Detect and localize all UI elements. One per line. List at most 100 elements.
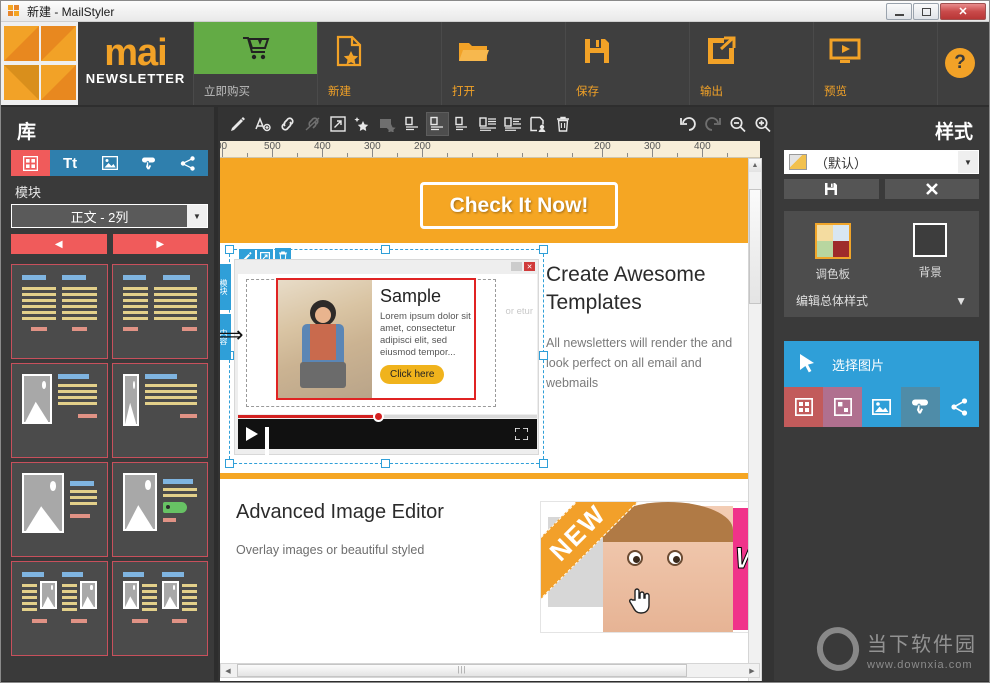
- horizontal-resize-cursor: ⟺: [220, 324, 246, 346]
- cta-button[interactable]: Check It Now!: [420, 182, 618, 229]
- resize-handle[interactable]: [539, 459, 548, 468]
- list-item[interactable]: [111, 363, 208, 458]
- ribbon-item-save[interactable]: 保存: [565, 22, 689, 105]
- ribbon-item-open[interactable]: 打开: [441, 22, 565, 105]
- align-bottom-icon[interactable]: [451, 112, 474, 136]
- pause-icon[interactable]: [265, 427, 277, 455]
- delete-style-button[interactable]: [884, 179, 979, 199]
- email-canvas[interactable]: Check It Now! 模块 内容 ✕ Sample Lorem ipsum…: [220, 158, 760, 682]
- module-next-button[interactable]: ▶: [112, 234, 208, 254]
- library-tab-layout[interactable]: [11, 150, 51, 176]
- widget-secondary-button[interactable]: [511, 262, 522, 271]
- horizontal-scroll-thumb[interactable]: |||: [237, 664, 687, 677]
- insert-contact-icon[interactable]: [526, 112, 549, 136]
- new-document-icon: [328, 30, 370, 72]
- resize-handle[interactable]: [225, 459, 234, 468]
- sample-click-button[interactable]: Click here: [380, 365, 445, 384]
- list-item[interactable]: [111, 561, 208, 656]
- block-side-tab[interactable]: 模块: [220, 264, 231, 310]
- library-tab-social[interactable]: [168, 150, 209, 176]
- ribbon-label-buy: 立即购买: [204, 86, 250, 98]
- module-share-button[interactable]: [940, 387, 979, 427]
- ribbon-item-preview[interactable]: 预览: [813, 22, 937, 105]
- photo-subject: [292, 298, 354, 398]
- module-dropdown[interactable]: 正文 - 2列 ▼: [11, 204, 208, 228]
- palette-label: 调色板: [815, 269, 851, 281]
- add-text-icon[interactable]: [251, 112, 274, 136]
- video-progress-bar[interactable]: [238, 415, 537, 418]
- resize-handle[interactable]: [381, 245, 390, 254]
- play-icon[interactable]: [246, 427, 258, 441]
- ribbon-label-export: 输出: [700, 86, 723, 98]
- align-middle-icon[interactable]: [426, 112, 449, 136]
- chevron-down-icon[interactable]: ▼: [958, 151, 978, 173]
- video-progress-knob[interactable]: [372, 411, 384, 422]
- canvas-horizontal-scrollbar[interactable]: ◀ ||| ▶: [220, 663, 760, 678]
- canvas-vertical-scrollbar[interactable]: ▲ ▼: [748, 158, 762, 682]
- ribbon-item-buy[interactable]: 立即购买: [193, 22, 318, 105]
- text-wrap-right-icon[interactable]: [501, 112, 524, 136]
- effects-star-icon[interactable]: [351, 112, 374, 136]
- library-tab-text[interactable]: Tt: [50, 150, 90, 176]
- style-preset-dropdown[interactable]: （默认） ▼: [784, 150, 979, 174]
- library-tab-button[interactable]: [129, 150, 169, 176]
- ribbon-item-new[interactable]: 新建: [317, 22, 441, 105]
- brand-name: mai: [104, 32, 167, 74]
- palette-setting[interactable]: 调色板: [784, 223, 882, 282]
- list-item[interactable]: [11, 462, 108, 557]
- ribbon-item-help[interactable]: ?: [937, 22, 989, 105]
- undo-icon[interactable]: [676, 112, 699, 136]
- select-image-header[interactable]: 选择图片: [784, 341, 979, 387]
- image-editor-row[interactable]: Advanced Image Editor Overlay images or …: [220, 479, 760, 639]
- resize-handle[interactable]: [539, 351, 548, 360]
- module-block-button[interactable]: [823, 387, 862, 427]
- resize-handle[interactable]: [381, 459, 390, 468]
- module-layout-button[interactable]: [784, 387, 823, 427]
- list-item[interactable]: [11, 264, 108, 359]
- save-style-button[interactable]: [784, 179, 879, 199]
- module-thumbnails: [11, 264, 208, 656]
- resize-handle[interactable]: [225, 245, 234, 254]
- chevron-down-icon[interactable]: ▼: [187, 205, 207, 227]
- resize-icon[interactable]: [326, 112, 349, 136]
- fullscreen-icon[interactable]: [515, 428, 528, 440]
- scroll-left-icon[interactable]: ◀: [221, 664, 235, 677]
- minimize-button[interactable]: [886, 3, 912, 20]
- module-prev-button[interactable]: ◀: [11, 234, 107, 254]
- zoom-out-icon[interactable]: [726, 112, 749, 136]
- edit-overall-style-row[interactable]: 编辑总体样式 ▼: [784, 282, 979, 309]
- maximize-button[interactable]: [913, 3, 939, 20]
- list-item[interactable]: [11, 363, 108, 458]
- delete-trash-icon[interactable]: [551, 112, 574, 136]
- scroll-up-icon[interactable]: ▲: [749, 159, 761, 172]
- redo-icon: [701, 112, 724, 136]
- library-tabs: Tt: [11, 150, 209, 176]
- link-icon[interactable]: [276, 112, 299, 136]
- text-wrap-left-icon[interactable]: [476, 112, 499, 136]
- preview-monitor-icon: [824, 30, 866, 72]
- close-icon[interactable]: ✕: [524, 262, 535, 271]
- video-widget[interactable]: ✕ Sample Lorem ipsum dolor sit amet, con…: [220, 259, 539, 455]
- module-image-button[interactable]: [862, 387, 901, 427]
- background-setting[interactable]: 背景: [882, 223, 980, 282]
- resize-handle[interactable]: [539, 245, 548, 254]
- headline-column[interactable]: Create Awesome Templates All newsletters…: [540, 243, 760, 473]
- export-icon: [700, 30, 742, 72]
- scroll-right-icon[interactable]: ▶: [745, 664, 759, 677]
- video-controls[interactable]: [238, 411, 537, 455]
- ribbon-item-export[interactable]: 输出: [689, 22, 813, 105]
- window-title: 新建 - MailStyler: [27, 4, 115, 19]
- vertical-scroll-thumb[interactable]: [749, 189, 761, 304]
- close-button[interactable]: ✕: [940, 3, 986, 20]
- application-window: 新建 - MailStyler ✕ mai NEWSLETTER 立即购买 新建…: [0, 0, 990, 683]
- library-tab-image[interactable]: [89, 150, 130, 176]
- list-item[interactable]: [11, 561, 108, 656]
- brush-icon[interactable]: [226, 112, 249, 136]
- module-button-button[interactable]: [901, 387, 940, 427]
- sample-title: Sample: [380, 286, 442, 306]
- zoom-in-icon[interactable]: [751, 112, 774, 136]
- list-item[interactable]: [111, 264, 208, 359]
- align-top-icon[interactable]: [401, 112, 424, 136]
- chevron-down-icon[interactable]: ▼: [955, 294, 967, 308]
- list-item[interactable]: [111, 462, 208, 557]
